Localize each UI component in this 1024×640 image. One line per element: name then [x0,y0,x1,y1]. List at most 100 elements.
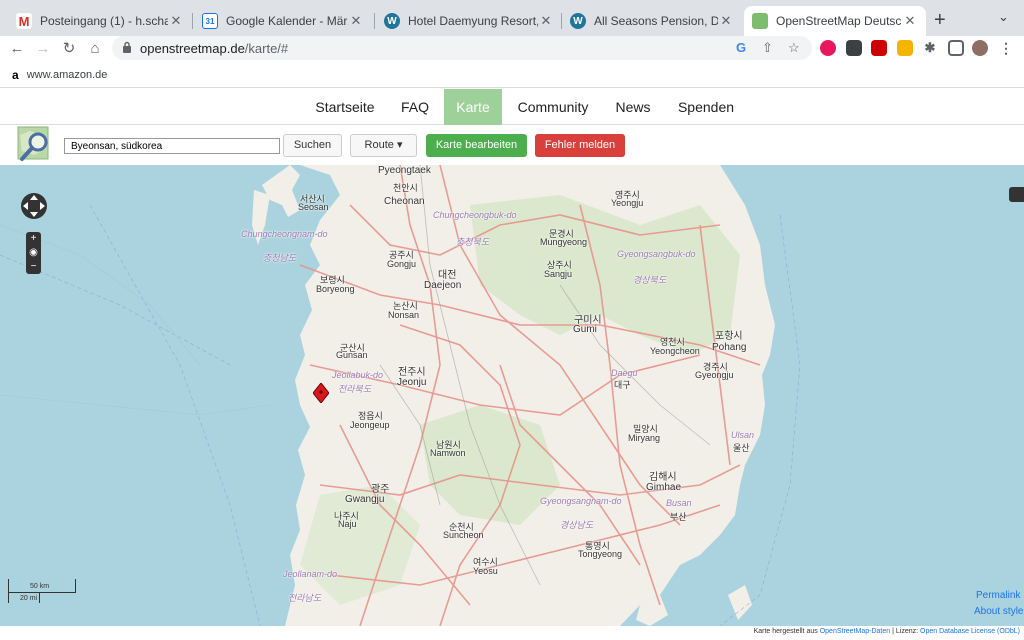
new-tab-icon[interactable]: + [934,9,946,32]
nav-faq[interactable]: FAQ [394,89,436,125]
map-label: Gyeongsangnam-do [540,496,622,506]
wordpress-icon: W [384,13,400,29]
osm-icon [752,13,768,29]
map-label: Ulsan [731,430,755,440]
extension-icon[interactable] [897,40,913,56]
map-label: Naju [338,519,357,529]
avatar[interactable] [972,40,988,56]
map-label: Gumi [573,324,597,335]
extension-icon[interactable] [871,40,887,56]
tab-search-chevron-icon[interactable]: ⌄ [998,9,1009,25]
map-label: Nonsan [388,310,420,320]
close-icon[interactable]: ✕ [348,13,364,29]
gmail-icon: M [16,13,32,29]
map-label: Yeongcheon [650,346,700,356]
map-label: Namwon [430,448,466,458]
location-marker-icon[interactable] [312,382,330,404]
map-label: 포항시 [715,331,743,342]
tab-title: Google Kalender - März 2023 [226,14,348,28]
layers-icon[interactable] [1009,187,1024,202]
wordpress-icon: W [570,13,586,29]
about-style-link[interactable]: About style [974,606,1023,617]
tab-pension[interactable]: W All Seasons Pension, Danyang ✕ [562,6,742,36]
forward-icon[interactable]: → [32,38,54,60]
map-label: Sangju [544,269,573,279]
tab-hotel[interactable]: W Hotel Daemyung Resort, Byeo ✕ [376,6,562,36]
close-icon[interactable]: ✕ [902,13,918,29]
edit-map-button[interactable]: Karte bearbeiten [426,134,527,157]
nav-startseite[interactable]: Startseite [310,89,380,125]
search-button[interactable]: Suchen [283,134,342,157]
osm-data-link[interactable]: OpenStreetMap-Daten [820,628,890,635]
tab-calendar[interactable]: 31 Google Kalender - März 2023 ✕ [194,6,372,36]
close-icon[interactable]: ✕ [538,13,554,29]
map-label: 전라북도 [338,384,372,394]
map-label: Busan [666,498,692,508]
map-label: Gwangju [345,494,385,505]
tab-title: Hotel Daemyung Resort, Byeo [408,14,538,28]
nav-news[interactable]: News [610,89,656,125]
browser-tab-strip: M Posteingang (1) - h.schattke@ ✕ 31 Goo… [0,0,1024,36]
amazon-icon: a [12,68,19,82]
odbl-link[interactable]: Open Database License (ODbL) [920,628,1020,635]
scale-km-label: 50 km [30,583,50,590]
nav-karte[interactable]: Karte [444,89,502,125]
reload-icon[interactable]: ↻ [58,38,80,60]
scale-bar: 50 km 20 mi [8,579,78,609]
map-label: Suncheon [443,530,484,540]
map-label: 대구 [614,380,631,390]
map-label: 충청북도 [456,237,490,247]
map-canvas[interactable]: Pyeongtaek 천안시 Cheonan 서산시 Seosan Chungc… [0,165,1024,626]
share-icon[interactable]: ⇧ [762,40,773,56]
map-label: 부산 [670,512,687,522]
nav-community[interactable]: Community [512,89,594,125]
url-text: openstreetmap.de/karte/# [140,41,289,56]
map-label: 경상북도 [633,275,667,285]
bookmark-star-icon[interactable]: ☆ [788,40,800,56]
close-icon[interactable]: ✕ [168,13,184,29]
map-label: Gyeongsangbuk-do [617,249,696,259]
map-label: Boryeong [316,284,355,294]
zoom-out-button[interactable]: − [26,260,41,274]
bookmarks-bar: a www.amazon.de [0,62,1024,88]
map-label: Mungyeong [540,237,588,247]
map-label: Daegu [611,368,638,378]
map-label: 경상남도 [560,520,594,530]
bookmark-label: www.amazon.de [26,69,108,81]
more-menu-icon[interactable]: ⋮ [998,40,1014,56]
tab-gmail[interactable]: M Posteingang (1) - h.schattke@ ✕ [8,6,192,36]
puzzle-icon[interactable]: ✱ [922,40,938,56]
globe-icon[interactable]: ◉ [26,246,41,260]
map-label: Jeollanam-do [283,569,338,579]
route-button[interactable]: Route ▾ [350,134,417,157]
close-icon[interactable]: ✕ [718,13,734,29]
tab-openstreetmap[interactable]: OpenStreetMap Deutschland ✕ [744,6,926,36]
map-label: Gunsan [336,350,368,360]
osm-logo-icon [17,126,49,161]
pan-control-icon[interactable] [19,191,49,221]
report-error-button[interactable]: Fehler melden [535,134,625,157]
home-icon[interactable]: ⌂ [84,38,106,60]
nav-spenden[interactable]: Spenden [674,89,738,125]
map-label: 전라남도 [288,593,322,603]
map-label: Jeonju [397,377,427,388]
address-bar[interactable]: openstreetmap.de/karte/# G ⇧ ☆ [112,36,812,60]
map-label: Yeongju [611,198,644,208]
bookmark-amazon[interactable]: a www.amazon.de [12,68,107,82]
map-label: Seosan [298,202,329,212]
tab-title: OpenStreetMap Deutschland [776,14,902,28]
zoom-in-button[interactable]: + [26,232,41,246]
map-label: Cheonan [384,196,425,207]
permalink-link[interactable]: Permalink [976,590,1020,601]
map-label: Tongyeong [578,549,623,559]
search-input[interactable] [64,138,280,154]
license-label: | Lizenz: [890,628,920,635]
map-label: Miryang [628,433,661,443]
map-label: Yeosu [473,566,498,576]
search-bar: Suchen Route ▾ Karte bearbeiten Fehler m… [0,125,1024,165]
back-icon[interactable]: ← [6,38,28,60]
google-translate-icon[interactable]: G [736,40,746,55]
side-panel-icon[interactable] [948,40,964,56]
extension-icon[interactable] [846,40,862,56]
extension-icon[interactable] [820,40,836,56]
